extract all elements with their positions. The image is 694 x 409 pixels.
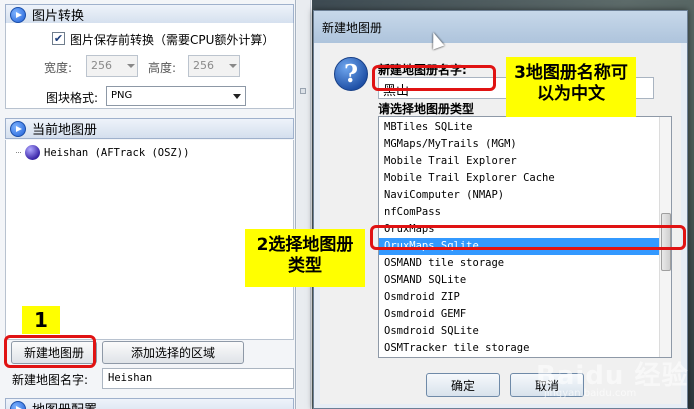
atlas-name-label: 新建地图名字: [12,373,89,387]
step1-callout: 1 [22,306,60,334]
list-item[interactable]: NaviComputer (NMAP) [379,187,660,204]
globe-icon [25,145,40,160]
width-label: 宽度: [44,61,73,75]
add-selection-button[interactable]: 添加选择的区域 [102,341,244,364]
list-item[interactable]: Osmdroid GEMF [379,306,660,323]
height-select[interactable]: 256 [188,55,240,77]
tile-format-label: 图块格式: [46,91,99,105]
list-item[interactable]: MGMaps/MyTrails (MGM) [379,136,660,153]
chevron-down-icon [229,64,237,68]
chevron-down-icon [127,64,135,68]
atlas-name-input[interactable]: Heishan [102,368,294,389]
list-item[interactable]: Mobile Trail Explorer [379,153,660,170]
new-atlas-highlight-frame [4,335,96,368]
ok-button[interactable]: 确定 [426,373,500,397]
image-conversion-header[interactable]: 图片转换 [5,4,294,25]
list-item[interactable]: Mobile Trail Explorer Cache [379,170,660,187]
atlas-type-highlight-frame [370,225,686,250]
dialog-title: 新建地图册 [322,21,383,35]
question-icon: ? [334,57,368,91]
convert-checkbox-label: 图片保存前转换（需要CPU额外计算） [70,33,275,47]
tile-format-value: PNG [111,90,133,101]
step2-callout: 2选择地图册类型 [245,229,365,287]
current-atlas-header[interactable]: 当前地图册 [5,118,294,139]
section-title: 图片转换 [32,9,85,24]
chevron-down-icon [233,94,241,99]
list-item[interactable]: nfComPass [379,204,660,221]
section-title: 地图册配置 [32,399,97,409]
splitter-grip-icon[interactable] [300,88,306,94]
atlas-type-label: 请选择地图册类型 [378,102,475,116]
list-item[interactable]: Osmdroid ZIP [379,289,660,306]
tile-format-select[interactable]: PNG [106,86,246,106]
dialog-titlebar[interactable]: 新建地图册 [314,11,687,43]
list-item[interactable]: Osmdroid SQLite [379,323,660,340]
step3-callout: 3地图册名称可以为中文 [506,57,636,117]
expand-arrow-icon [10,6,26,23]
list-item[interactable]: MBTiles SQLite [379,119,660,136]
height-value: 256 [193,59,214,72]
section-title: 当前地图册 [32,123,98,138]
baidu-watermark: Baidu 经验 [536,361,689,391]
panel-splitter[interactable] [297,0,311,409]
expand-arrow-icon [10,400,26,409]
width-select[interactable]: 256 [86,55,138,77]
list-item[interactable]: OSMAND tile storage [379,255,660,272]
atlas-name-highlight-frame [372,65,496,91]
tree-item[interactable]: Heishan (AFTrack (OSZ)) [16,145,189,160]
tree-connector [16,152,21,153]
expand-arrow-icon [10,120,26,137]
atlas-config-header[interactable]: 地图册配置 [5,398,294,409]
tree-item-label: Heishan (AFTrack (OSZ)) [44,146,190,159]
baidu-watermark-url: jingyan.baidu.com [544,388,637,399]
height-label: 高度: [148,61,177,75]
width-value: 256 [91,59,112,72]
convert-before-save-checkbox[interactable]: ✔ [52,32,65,45]
list-item[interactable]: OSMAND SQLite [379,272,660,289]
